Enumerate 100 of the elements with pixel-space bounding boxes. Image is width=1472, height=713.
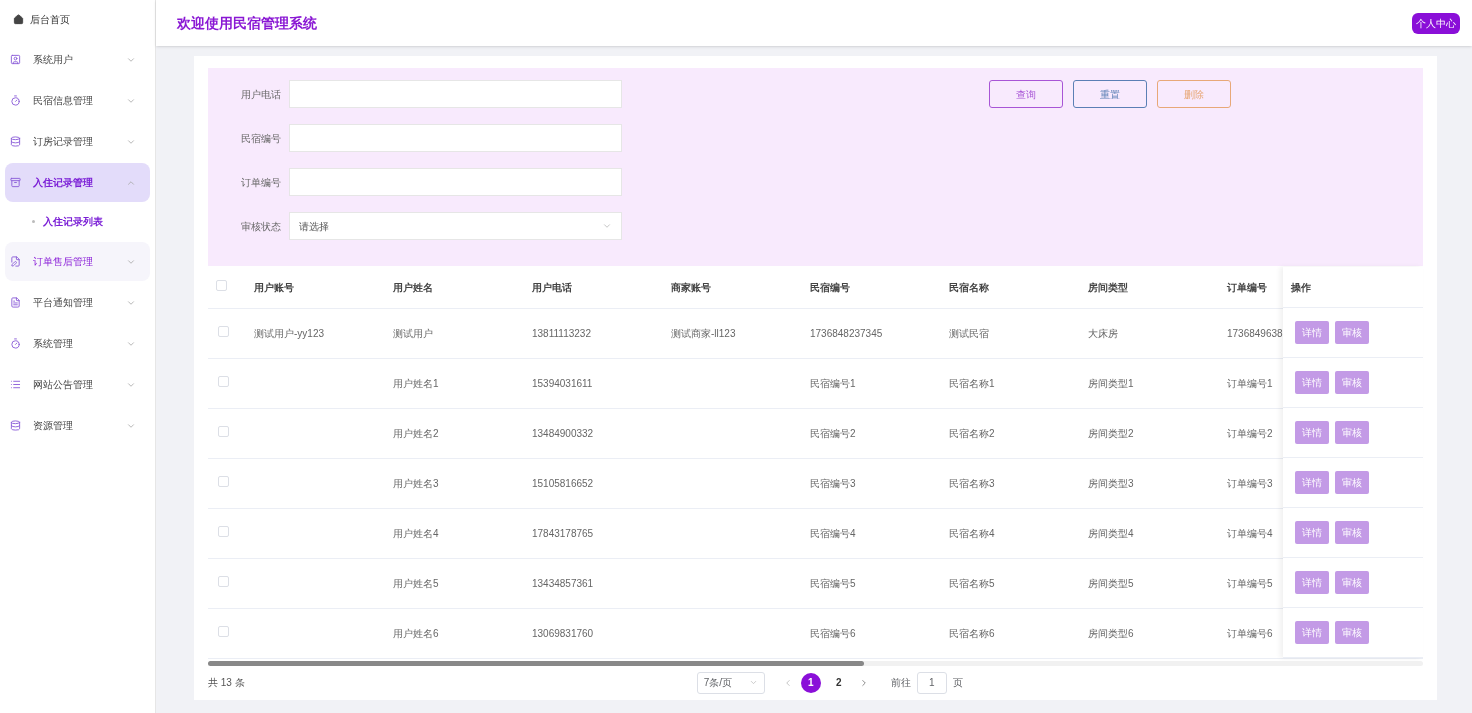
table-cell: 13811113232: [532, 327, 591, 339]
timer-icon: [10, 338, 21, 349]
sidebar-item[interactable]: 后台首页: [5, 0, 150, 38]
sidebar-item[interactable]: 民宿信息管理: [5, 81, 150, 120]
table-cell: 房间类型2: [1088, 427, 1134, 439]
filter-label: 审核状态: [241, 219, 282, 234]
list-icon: [10, 379, 21, 390]
page-button[interactable]: 2: [828, 672, 849, 693]
column-header: 民宿编号: [810, 281, 850, 293]
table-cell: 测试民宿: [949, 327, 989, 339]
table-cell: 订单编号1: [1227, 377, 1273, 389]
sidebar-item[interactable]: 平台通知管理: [5, 283, 150, 322]
chevron-down-icon: [748, 678, 758, 687]
column-header: 订单编号: [1227, 281, 1267, 293]
table-cell: 民宿名称4: [949, 527, 995, 539]
checkbox[interactable]: [218, 425, 229, 437]
checkbox[interactable]: [218, 625, 229, 637]
checkbox[interactable]: [218, 375, 229, 387]
table-cell: 用户姓名2: [393, 427, 439, 439]
table-cell: 民宿编号2: [810, 427, 856, 439]
table-cell: 民宿名称6: [949, 627, 995, 639]
table-cell: 1736849638: [1227, 327, 1283, 339]
table-cell: 15394031611: [532, 377, 593, 389]
table-cell: 测试用户-yy123: [254, 327, 324, 339]
table-cell: 13484900332: [532, 427, 594, 439]
document-icon: [10, 297, 21, 308]
profile-button[interactable]: 个人中心: [1412, 12, 1460, 34]
database-icon: [10, 420, 21, 431]
filter-input[interactable]: [289, 124, 622, 152]
sidebar-item[interactable]: 订单售后管理: [5, 242, 150, 281]
filter-label: 用户电话: [241, 87, 282, 102]
filter-input[interactable]: [289, 168, 622, 196]
table-cell: 用户姓名6: [393, 627, 439, 639]
table-cell: 房间类型5: [1088, 577, 1134, 589]
page-title: 欢迎使用民宿管理系统: [177, 13, 317, 33]
chevron-down-icon: [602, 221, 612, 231]
table-cell: 房间类型1: [1088, 377, 1134, 389]
total-count: 共 13 条: [208, 676, 245, 690]
goto-page-input[interactable]: 1: [916, 671, 947, 694]
table-cell: 民宿编号4: [810, 527, 856, 539]
table-cell: 房间类型3: [1088, 477, 1134, 489]
sidebar-item[interactable]: 订房记录管理: [5, 122, 150, 161]
sidebar-item[interactable]: 系统管理: [5, 324, 150, 363]
filter-label: 订单编号: [241, 175, 282, 190]
table-cell: 房间类型6: [1088, 627, 1134, 639]
table-cell: 用户姓名4: [393, 527, 439, 539]
column-header: 用户姓名: [393, 281, 433, 293]
column-header: 房间类型: [1088, 281, 1128, 293]
table-cell: 测试用户: [393, 327, 433, 339]
table-cell: 用户姓名5: [393, 577, 439, 589]
database-icon: [10, 136, 21, 147]
table-cell: 民宿名称1: [949, 377, 995, 389]
action-button[interactable]: 查询: [989, 80, 1063, 108]
table-cell: 订单编号6: [1227, 627, 1273, 639]
checkbox[interactable]: [218, 525, 229, 537]
table-cell: 13069831760: [532, 627, 594, 639]
table-cell: 民宿编号3: [810, 477, 856, 489]
status-select[interactable]: 请选择: [289, 212, 622, 240]
table-cell: 订单编号2: [1227, 427, 1273, 439]
sidebar-item[interactable]: 系统用户: [5, 40, 150, 79]
document-edit-icon: [10, 256, 21, 267]
column-header: 商家账号: [671, 281, 711, 293]
checkbox[interactable]: [218, 475, 229, 487]
sidebar-subitem[interactable]: 入住记录列表: [5, 202, 150, 240]
table-cell: 民宿编号1: [810, 377, 856, 389]
table-cell: 民宿编号6: [810, 627, 856, 639]
table-cell: 民宿名称3: [949, 477, 995, 489]
table-cell: 大床房: [1088, 327, 1118, 339]
table-cell: 13434857361: [532, 577, 594, 589]
table-cell: 民宿编号5: [810, 577, 856, 589]
user-card-icon: [10, 54, 21, 65]
table-cell: 15105816652: [532, 477, 594, 489]
table-cell: 用户姓名1: [393, 377, 439, 389]
page-size-select[interactable]: 7条/页: [696, 671, 765, 694]
column-header: 操作: [1291, 280, 1311, 295]
column-header: 用户账号: [254, 281, 294, 293]
table-cell: 订单编号5: [1227, 577, 1273, 589]
table-cell: 订单编号4: [1227, 527, 1273, 539]
horizontal-scrollbar[interactable]: [208, 660, 1423, 666]
timer-icon: [10, 95, 21, 106]
sidebar-item[interactable]: 网站公告管理: [5, 365, 150, 404]
table-cell: 订单编号3: [1227, 477, 1273, 489]
checkbox[interactable]: [218, 575, 229, 587]
sidebar-item[interactable]: 入住记录管理: [5, 163, 150, 202]
tray-icon: [10, 177, 21, 188]
page-button[interactable]: 1: [800, 672, 821, 693]
goto-suffix: 页: [952, 676, 963, 690]
table-cell: 17843178765: [532, 527, 594, 539]
action-button[interactable]: 重置: [1073, 80, 1147, 108]
filter-input[interactable]: [289, 80, 622, 108]
goto-label: 前往: [890, 676, 911, 690]
table-cell: 房间类型4: [1088, 527, 1134, 539]
table-cell: 用户姓名3: [393, 477, 439, 489]
column-header: 用户电话: [532, 281, 572, 293]
table-cell: 测试商家-ll123: [671, 327, 736, 339]
column-header: 民宿名称: [949, 281, 989, 293]
checkbox[interactable]: [216, 279, 227, 291]
checkbox[interactable]: [218, 325, 229, 337]
sidebar-item[interactable]: 资源管理: [5, 406, 150, 445]
table-cell: 民宿名称5: [949, 577, 995, 589]
